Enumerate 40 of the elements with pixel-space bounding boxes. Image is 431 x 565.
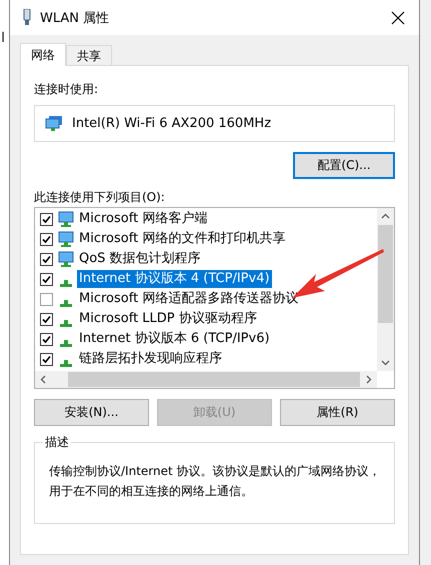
network-protocol-icon: [60, 360, 72, 366]
network-protocol-icon: [60, 300, 72, 306]
network-protocol-icon: [60, 280, 72, 286]
close-icon[interactable]: [391, 10, 405, 24]
description-text: 传输控制协议/Internet 协议。该协议是默认的广域网络协议，用于在不同的相互连接的网络上通信。: [49, 463, 382, 500]
network-computer-icon: [58, 250, 74, 268]
network-computer-icon: [45, 116, 63, 132]
checkbox[interactable]: [40, 232, 53, 246]
checkbox[interactable]: [40, 332, 53, 346]
network-computer-icon: [58, 230, 74, 248]
horizontal-scrollbar[interactable]: [35, 371, 377, 388]
checkbox[interactable]: [40, 312, 53, 326]
list-item[interactable]: QoS 数据包计划程序: [77, 250, 203, 268]
checkbox[interactable]: [40, 252, 53, 266]
action-button[interactable]: 属性(R): [280, 399, 395, 426]
adapter-name: Intel(R) Wi-Fi 6 AX200 160MHz: [72, 116, 272, 131]
action-button[interactable]: 安装(N)...: [34, 399, 149, 426]
checkbox[interactable]: [40, 352, 53, 366]
components-label: 此连接使用下列项目(O):: [34, 189, 166, 206]
background-text: I: [1, 30, 6, 46]
tab[interactable]: 共享: [66, 45, 112, 65]
network-computer-icon: [58, 210, 74, 228]
list-item[interactable]: Microsoft 网络客户端: [77, 210, 210, 228]
network-protocol-icon: [60, 320, 72, 326]
adapter-label: 连接时使用:: [34, 81, 100, 98]
checkbox[interactable]: [40, 272, 53, 286]
description-legend: 描述: [43, 434, 71, 451]
checkbox[interactable]: [40, 292, 53, 306]
configure-button[interactable]: 配置(C)...: [293, 152, 395, 179]
window-title: WLAN 属性: [40, 10, 110, 26]
tab[interactable]: 网络: [20, 43, 66, 66]
network-adapter-icon: [22, 9, 32, 26]
list-item[interactable]: Internet 协议版本 6 (TCP/IPv6): [77, 330, 272, 348]
list-item[interactable]: Microsoft 网络的文件和打印机共享: [77, 230, 288, 248]
checkbox[interactable]: [40, 212, 53, 226]
network-protocol-icon: [60, 340, 72, 346]
list-item[interactable]: Internet 协议版本 4 (TCP/IPv4): [77, 270, 272, 288]
vertical-scrollbar[interactable]: [377, 208, 394, 371]
list-item[interactable]: 链路层拓扑发现响应程序: [77, 350, 224, 368]
list-item[interactable]: Microsoft LLDP 协议驱动程序: [77, 310, 259, 328]
